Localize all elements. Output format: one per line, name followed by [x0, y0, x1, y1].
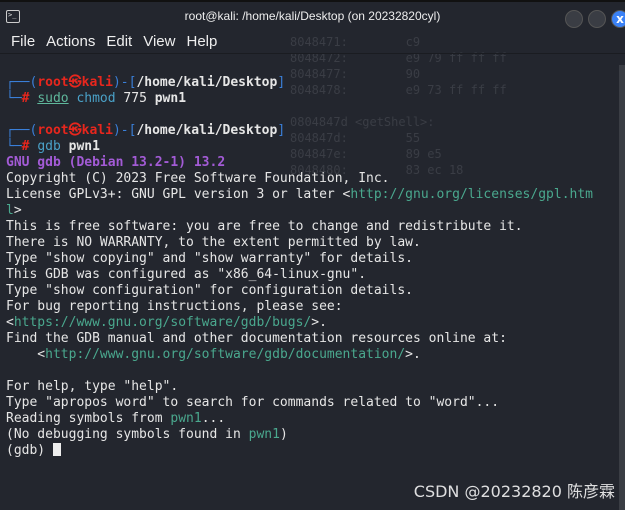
cmd-file: pwn1: [68, 139, 100, 154]
cursor: [52, 443, 61, 456]
cmd-file: pwn1: [154, 91, 187, 106]
menu-bar: File Actions Edit View Help: [0, 30, 625, 54]
output-line: For bug reporting instructions, please s…: [6, 299, 343, 314]
output-text: ...: [201, 411, 226, 426]
output-line: License GPLv3+: GNU GPL version 3 or lat…: [6, 187, 351, 202]
output-line: Find the GDB manual and other documentat…: [6, 331, 507, 346]
prompt-at: ㉿: [68, 123, 82, 138]
prompt-hash: #: [21, 91, 30, 106]
output-line: There is NO WARRANTY, to the extent perm…: [6, 235, 421, 250]
maximize-button[interactable]: [588, 10, 606, 28]
output-text: ): [279, 427, 288, 442]
prompt-at: ㉿: [68, 75, 82, 90]
output-line: Type "show configuration" for configurat…: [6, 283, 413, 298]
output-line: Type "show copying" and "show warranty" …: [6, 251, 413, 266]
window-title: root@kali: /home/kali/Desktop (on 202328…: [184, 9, 441, 23]
gdb-prompt: (gdb): [6, 443, 53, 458]
output-text: (No debugging symbols found in: [6, 427, 249, 442]
prompt-user: root: [37, 75, 69, 90]
output-line: This is free software: you are free to c…: [6, 219, 523, 234]
prompt-path: /home/kali/Desktop: [136, 75, 278, 90]
output-text: >.: [311, 315, 327, 330]
output-text: <: [6, 315, 14, 330]
output-line: This GDB was configured as "x86_64-linux…: [6, 267, 367, 282]
prompt-user: root: [37, 123, 69, 138]
output-line: Copyright (C) 2023 Free Software Foundat…: [6, 171, 390, 186]
cmd-gdb: gdb: [37, 139, 61, 154]
gdb-banner: GNU gdb (Debian 13.2-1) 13.2: [6, 155, 226, 170]
bugs-link[interactable]: https://www.gnu.org/software/gdb/bugs/: [14, 315, 311, 330]
watermark: CSDN @20232820 陈彦霖: [413, 482, 615, 501]
menu-file[interactable]: File: [11, 30, 35, 53]
output-line: Type "apropos word" to search for comman…: [6, 395, 500, 410]
scrollbar[interactable]: [619, 65, 625, 510]
terminal-output[interactable]: ┌──(root㉿kali)-[/home/kali/Desktop] └─# …: [6, 75, 593, 459]
output-text: <: [6, 347, 46, 362]
menu-actions[interactable]: Actions: [46, 30, 95, 53]
cmd-chmod: chmod: [76, 91, 116, 106]
prompt-host: kali: [81, 123, 113, 138]
prompt-host: kali: [81, 75, 113, 90]
output-line: For help, type "help".: [6, 379, 179, 394]
license-link-cont[interactable]: l: [6, 203, 14, 218]
output-file: pwn1: [170, 411, 202, 426]
prompt-path: /home/kali/Desktop: [136, 123, 278, 138]
close-button[interactable]: x: [611, 10, 625, 28]
menu-view[interactable]: View: [143, 30, 175, 53]
title-bar: >_ root@kali: /home/kali/Desktop (on 202…: [0, 0, 625, 30]
menu-help[interactable]: Help: [186, 30, 217, 53]
docs-link[interactable]: http://www.gnu.org/software/gdb/document…: [45, 347, 405, 362]
output-text: Reading symbols from: [6, 411, 171, 426]
prompt-hash: #: [21, 139, 30, 154]
cmd-args: 775: [123, 91, 147, 106]
output-text: >: [13, 203, 22, 218]
output-text: >.: [405, 347, 421, 362]
output-file: pwn1: [248, 427, 280, 442]
cmd-sudo: sudo: [37, 91, 69, 106]
license-link[interactable]: http://gnu.org/licenses/gpl.htm: [350, 187, 593, 202]
menu-edit[interactable]: Edit: [106, 30, 132, 53]
minimize-button[interactable]: [565, 10, 583, 28]
